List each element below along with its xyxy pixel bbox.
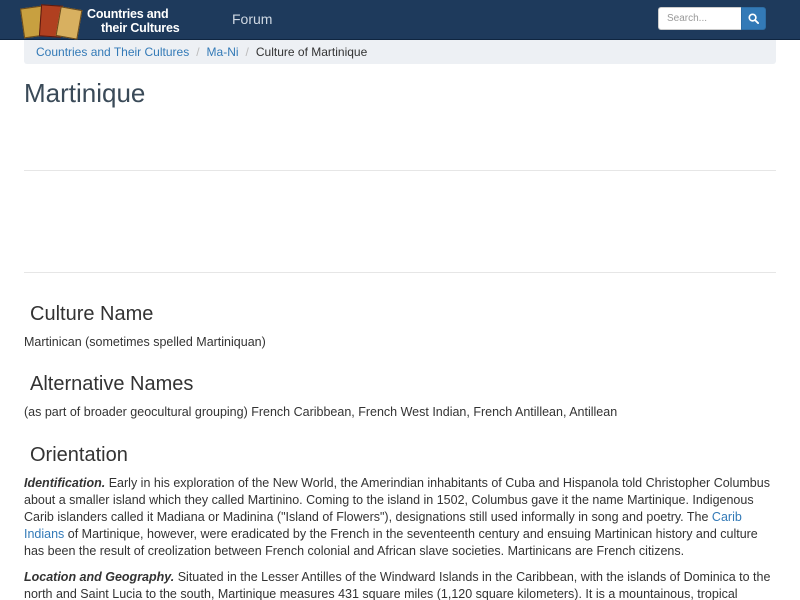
breadcrumb-separator: / <box>245 45 249 59</box>
identification-label: Identification. <box>24 476 106 490</box>
alternative-names-text: (as part of broader geocultural grouping… <box>24 405 618 419</box>
identification-text-2: of Martinique, however, were eradicated … <box>24 527 758 558</box>
search-icon <box>748 13 759 24</box>
alternative-names-heading: Alternative Names <box>30 373 194 395</box>
search-form <box>658 7 766 30</box>
breadcrumb: Countries and Their Cultures / Ma-Ni / C… <box>24 40 776 64</box>
breadcrumb-item-countries[interactable]: Countries and Their Cultures <box>36 45 189 59</box>
logo-image <box>20 3 84 41</box>
navbar: Countries and their Cultures Forum <box>0 0 800 40</box>
identification-text-1: Early in his exploration of the New Worl… <box>24 476 770 524</box>
logo-line-1: Countries and <box>87 7 169 21</box>
identification-paragraph: Identification. Early in his exploration… <box>24 475 780 560</box>
breadcrumb-separator: / <box>196 45 200 59</box>
search-button[interactable] <box>741 7 766 30</box>
breadcrumb-item-current: Culture of Martinique <box>255 45 368 59</box>
location-paragraph: Location and Geography. Situated in the … <box>24 569 780 600</box>
search-input[interactable] <box>658 7 741 30</box>
site-logo[interactable]: Countries and their Cultures <box>20 3 222 41</box>
divider <box>24 272 776 273</box>
orientation-heading: Orientation <box>30 444 128 466</box>
culture-name-text: Martinican (sometimes spelled Martiniqua… <box>24 335 266 349</box>
divider <box>24 170 776 171</box>
breadcrumb-item-ma-ni[interactable]: Ma-Ni <box>207 45 239 59</box>
logo-line-2: their Cultures <box>101 21 180 35</box>
culture-name-heading: Culture Name <box>30 303 154 325</box>
logo-text: Countries and their Cultures <box>87 7 180 35</box>
nav-forum-link[interactable]: Forum <box>232 11 272 27</box>
page-title: Martinique <box>24 78 146 108</box>
location-label: Location and Geography. <box>24 570 175 584</box>
